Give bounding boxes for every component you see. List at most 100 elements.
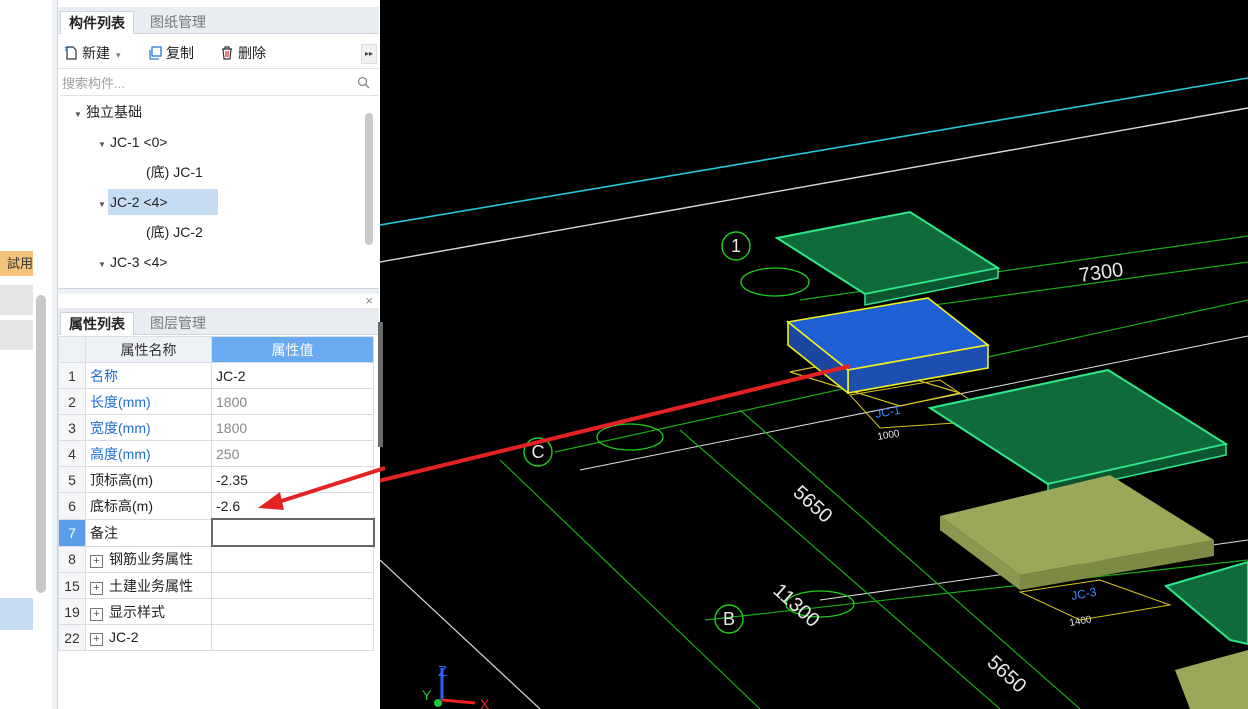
cyan-grid-line bbox=[380, 77, 1248, 226]
property-group-display[interactable]: 19 + 显示样式 bbox=[58, 598, 374, 625]
header-index bbox=[58, 336, 86, 363]
property-row-remark[interactable]: 7 备注 bbox=[58, 518, 375, 547]
tree-node-jc1-bottom[interactable]: (底) JC-1 bbox=[146, 159, 203, 185]
tree-scrollbar[interactable] bbox=[365, 113, 373, 245]
property-name: 底标高(m) bbox=[85, 492, 212, 520]
property-value-cell bbox=[211, 624, 374, 651]
grid-ellipse bbox=[596, 423, 664, 451]
property-value-cell bbox=[211, 598, 374, 625]
annotation-arrow-overlay bbox=[258, 466, 385, 510]
search-icon[interactable] bbox=[357, 76, 370, 89]
group-label: 钢筋业务属性 bbox=[109, 551, 193, 568]
tree-node-jc1[interactable]: ▼ JC-1 <0> bbox=[98, 129, 168, 155]
more-tools-button[interactable]: ▸▸ bbox=[361, 44, 377, 64]
delete-button[interactable]: 删除 bbox=[220, 43, 266, 63]
expand-plus-icon[interactable]: + bbox=[90, 607, 103, 621]
tree-node-label: JC-3 <4> bbox=[110, 254, 168, 270]
property-value-input[interactable]: 1800 bbox=[211, 388, 374, 415]
footing-tag-jc3: JC-3 bbox=[1070, 585, 1098, 603]
row-index: 19 bbox=[58, 598, 86, 625]
gizmo-z-label: Z bbox=[438, 663, 447, 680]
group-label: 土建业务属性 bbox=[109, 577, 193, 594]
row-index: 7 bbox=[58, 518, 86, 547]
copy-label: 复制 bbox=[166, 45, 194, 61]
dimension-1000: 1000 bbox=[877, 428, 901, 443]
group-label: JC-2 bbox=[109, 629, 139, 645]
new-document-icon bbox=[64, 46, 77, 60]
property-name: 高度(mm) bbox=[85, 440, 212, 467]
new-dropdown-icon[interactable]: ▾ bbox=[116, 50, 121, 60]
panel-divider[interactable] bbox=[58, 288, 379, 294]
collapse-triangle-icon[interactable]: ▼ bbox=[98, 132, 110, 158]
tree-node-jc2-selected[interactable]: ▼ JC-2 <4> bbox=[98, 189, 218, 215]
property-row-width[interactable]: 3 宽度(mm) 1800 bbox=[58, 414, 374, 441]
olive-pad[interactable] bbox=[1175, 650, 1248, 709]
collapse-triangle-icon[interactable]: ▼ bbox=[98, 192, 110, 218]
left-panel-scrollbar[interactable] bbox=[36, 295, 46, 593]
property-row-length[interactable]: 2 长度(mm) 1800 bbox=[58, 388, 374, 415]
component-tree: ▼ 独立基础 ▼ JC-1 <0> (底) JC-1 ▼ JC-2 <4> (底) J… bbox=[58, 97, 379, 287]
header-property-value: 属性值 bbox=[211, 336, 374, 363]
dimension-7300: 7300 bbox=[1078, 259, 1125, 287]
panel-splitter-handle[interactable] bbox=[378, 322, 383, 447]
tree-node-jc2-bottom[interactable]: (底) JC-2 bbox=[146, 219, 203, 245]
row-index: 2 bbox=[58, 388, 86, 415]
trash-icon bbox=[222, 46, 232, 60]
row-index: 15 bbox=[58, 572, 86, 599]
tree-node-isolated-foundation[interactable]: ▼ 独立基础 bbox=[74, 99, 142, 125]
annotation-arrow-line bbox=[380, 364, 851, 483]
left-list-item[interactable] bbox=[0, 320, 33, 350]
tab-component-list[interactable]: 构件列表 bbox=[60, 11, 134, 34]
expand-plus-icon[interactable]: + bbox=[90, 633, 103, 646]
tab-property-list[interactable]: 属性列表 bbox=[60, 312, 134, 335]
component-tabbar: 构件列表 图纸管理 bbox=[58, 7, 379, 34]
property-group-jc2[interactable]: 22 + JC-2 bbox=[58, 624, 374, 651]
green-dim-line bbox=[679, 429, 1001, 709]
property-value-input[interactable] bbox=[210, 518, 375, 547]
group-label: 显示样式 bbox=[109, 603, 165, 620]
trial-badge: 試用 bbox=[0, 251, 33, 276]
left-list-item-selected[interactable] bbox=[0, 598, 33, 630]
row-index: 5 bbox=[58, 466, 86, 493]
tab-layer-management[interactable]: 图层管理 bbox=[142, 312, 214, 334]
close-icon[interactable]: × bbox=[365, 293, 373, 308]
dimension-11300: 11300 bbox=[769, 579, 824, 632]
expand-plus-icon[interactable]: + bbox=[90, 581, 103, 595]
component-search-input[interactable] bbox=[60, 71, 344, 95]
3d-viewport[interactable]: 1 C B 7300 5650 11300 5650 1000 1400 JC-… bbox=[380, 0, 1248, 709]
annotation-arrow-line bbox=[271, 466, 385, 506]
tree-node-jc3[interactable]: ▼ JC-3 <4> bbox=[98, 249, 168, 275]
new-button[interactable]: 新建 ▾ bbox=[64, 43, 121, 63]
component-toolbar: 新建 ▾ 复制 删除 ▸▸ bbox=[58, 38, 379, 69]
property-group-civil[interactable]: 15 + 土建业务属性 bbox=[58, 572, 374, 599]
footing-slab[interactable] bbox=[1163, 560, 1248, 646]
model-canvas[interactable]: 1 C B 7300 5650 11300 5650 1000 1400 JC-… bbox=[380, 0, 1248, 709]
collapse-triangle-icon[interactable]: ▼ bbox=[98, 252, 110, 278]
copy-button[interactable]: 复制 bbox=[148, 43, 194, 63]
row-index: 3 bbox=[58, 414, 86, 441]
green-dim-line bbox=[499, 459, 761, 709]
expand-plus-icon[interactable]: + bbox=[90, 555, 103, 569]
tab-drawing-management[interactable]: 图纸管理 bbox=[142, 11, 214, 33]
property-value-cell bbox=[211, 572, 374, 599]
property-name: 顶标高(m) bbox=[85, 466, 212, 493]
left-list-item[interactable] bbox=[0, 285, 33, 315]
row-index: 8 bbox=[58, 545, 86, 573]
collapse-triangle-icon[interactable]: ▼ bbox=[74, 102, 86, 128]
property-header-row: 属性名称 属性值 bbox=[58, 336, 374, 363]
row-index: 6 bbox=[58, 492, 86, 520]
property-row-name[interactable]: 1 名称 JC-2 bbox=[58, 362, 374, 389]
property-value-cell bbox=[211, 545, 374, 573]
tree-node-label: 独立基础 bbox=[86, 104, 142, 120]
dimension-5650-lower: 5650 bbox=[983, 651, 1031, 697]
footing-slab[interactable] bbox=[927, 368, 1229, 486]
x-axis-gizmo bbox=[441, 698, 476, 705]
header-property-name: 属性名称 bbox=[85, 336, 212, 363]
property-name: 备注 bbox=[85, 518, 212, 547]
footing-tag-jc1: JC-1 bbox=[874, 403, 902, 421]
property-name: 名称 bbox=[85, 362, 212, 389]
row-index: 1 bbox=[58, 362, 86, 389]
property-value-input[interactable]: JC-2 bbox=[211, 362, 374, 389]
property-group-rebar[interactable]: 8 + 钢筋业务属性 bbox=[58, 545, 374, 573]
property-value-input[interactable]: 1800 bbox=[211, 414, 374, 441]
